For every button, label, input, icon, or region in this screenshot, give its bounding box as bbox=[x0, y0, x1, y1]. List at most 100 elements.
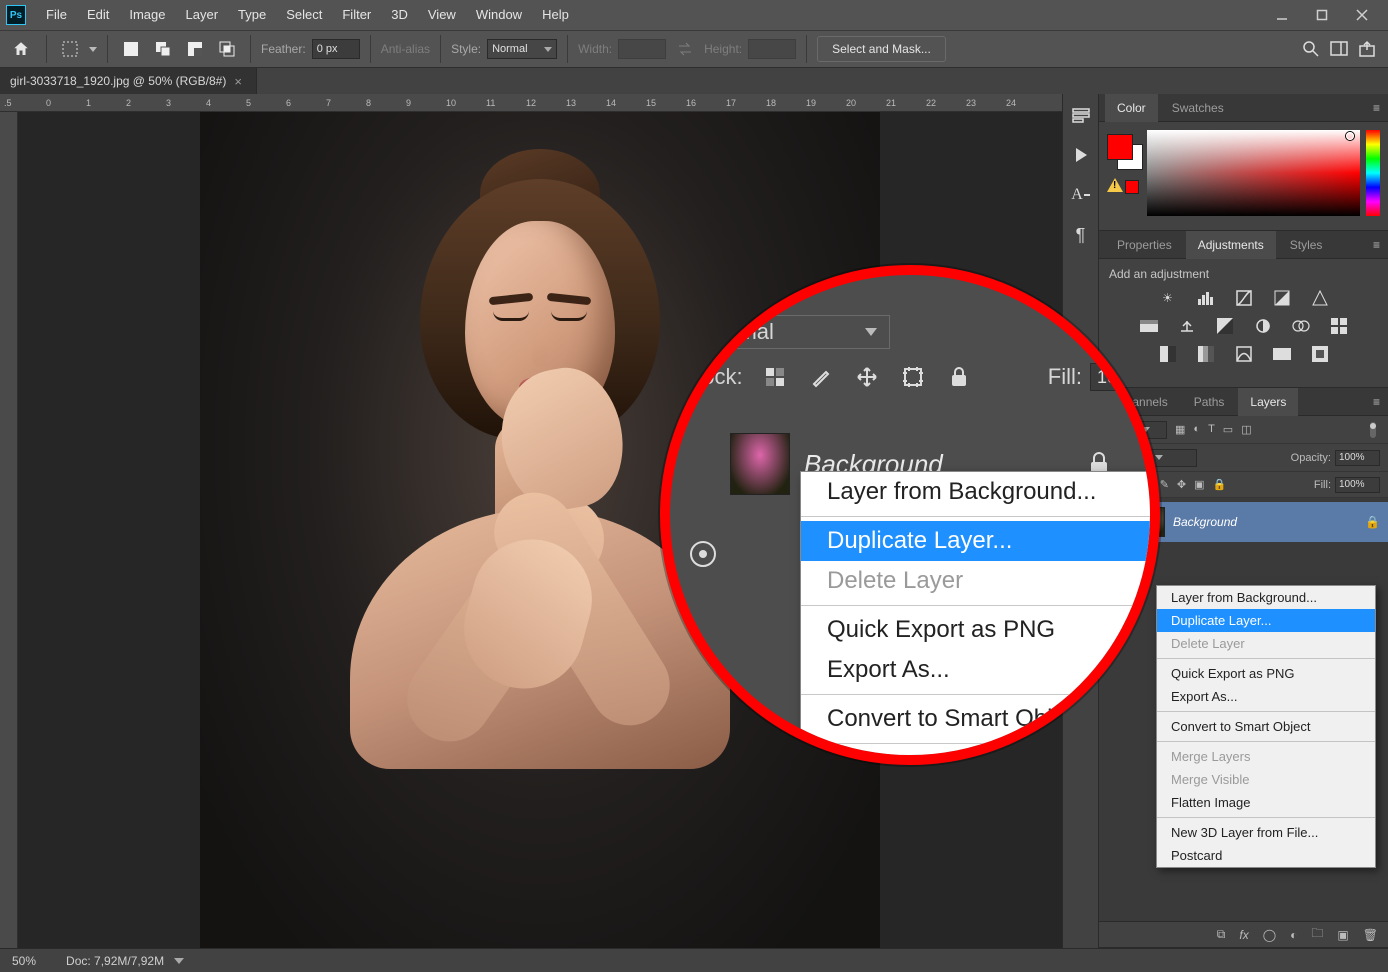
color-spectrum[interactable] bbox=[1147, 130, 1360, 216]
link-layers-icon[interactable]: ⧉ bbox=[1217, 927, 1226, 942]
menu-help[interactable]: Help bbox=[532, 0, 579, 30]
zoom-level[interactable]: 50% bbox=[12, 954, 36, 968]
color-lookup-icon[interactable] bbox=[1329, 317, 1349, 335]
zoom-visibility-icon[interactable] bbox=[690, 541, 716, 567]
zoom-lock-transparency-icon[interactable] bbox=[761, 363, 789, 391]
adjustments-panel-menu-icon[interactable]: ≡ bbox=[1365, 238, 1388, 252]
fg-bg-swatches[interactable] bbox=[1107, 128, 1141, 222]
lock-artboard-icon[interactable]: ▣ bbox=[1194, 478, 1204, 491]
color-panel-menu-icon[interactable]: ≡ bbox=[1365, 101, 1388, 115]
layers-panel-menu-icon[interactable]: ≡ bbox=[1365, 395, 1388, 409]
zctx-duplicate-layer[interactable]: Duplicate Layer... bbox=[801, 521, 1160, 561]
curves-icon[interactable] bbox=[1234, 289, 1254, 307]
threshold-icon[interactable] bbox=[1234, 345, 1254, 363]
ctx-flatten[interactable]: Flatten Image bbox=[1157, 791, 1375, 814]
menu-filter[interactable]: Filter bbox=[332, 0, 381, 30]
menu-edit[interactable]: Edit bbox=[77, 0, 119, 30]
filter-shape-icon[interactable]: ▭ bbox=[1223, 423, 1233, 436]
zoom-lock-all-icon[interactable] bbox=[945, 363, 973, 391]
photo-filter-icon[interactable] bbox=[1253, 317, 1273, 335]
window-minimize-button[interactable] bbox=[1262, 3, 1302, 27]
new-layer-icon[interactable]: ▣ bbox=[1337, 928, 1348, 942]
ctx-layer-from-bg[interactable]: Layer from Background... bbox=[1157, 586, 1375, 609]
menu-3d[interactable]: 3D bbox=[381, 0, 418, 30]
bw-icon[interactable] bbox=[1215, 317, 1235, 335]
menu-file[interactable]: File bbox=[36, 0, 77, 30]
filter-pixel-icon[interactable]: ▦ bbox=[1175, 423, 1185, 436]
zoom-lock-artboard-icon[interactable] bbox=[899, 363, 927, 391]
filter-smart-icon[interactable]: ◫ bbox=[1241, 423, 1251, 436]
ctx-quick-export-png[interactable]: Quick Export as PNG bbox=[1157, 662, 1375, 685]
workspace-switch-icon[interactable] bbox=[1330, 41, 1348, 57]
actions-panel-icon[interactable] bbox=[1070, 144, 1092, 166]
feather-input[interactable] bbox=[312, 39, 360, 59]
paragraph-panel-icon[interactable]: ¶ bbox=[1070, 224, 1092, 246]
fill-input[interactable] bbox=[1335, 477, 1380, 493]
delete-layer-icon[interactable]: 🗑 bbox=[1363, 928, 1378, 942]
window-maximize-button[interactable] bbox=[1302, 3, 1342, 27]
new-group-icon[interactable]: 🗀 bbox=[1311, 924, 1323, 945]
zoom-lock-move-icon[interactable] bbox=[853, 363, 881, 391]
ctx-postcard[interactable]: Postcard bbox=[1157, 844, 1375, 867]
filter-adjust-icon[interactable]: ◐ bbox=[1193, 423, 1200, 436]
ctx-3d-layer[interactable]: New 3D Layer from File... bbox=[1157, 821, 1375, 844]
menu-window[interactable]: Window bbox=[466, 0, 532, 30]
selective-color-icon[interactable] bbox=[1310, 345, 1330, 363]
home-button[interactable] bbox=[6, 34, 36, 64]
character-panel-icon[interactable]: A bbox=[1070, 184, 1092, 206]
invert-icon[interactable] bbox=[1158, 345, 1178, 363]
zoom-fill-input[interactable] bbox=[1090, 363, 1160, 391]
zctx-convert-smart[interactable]: Convert to Smart Object bbox=[801, 699, 1160, 739]
zctx-export-as[interactable]: Export As... bbox=[801, 650, 1160, 690]
exposure-icon[interactable] bbox=[1272, 289, 1292, 307]
zoom-blend-select[interactable]: Normal bbox=[690, 315, 890, 349]
tab-adjustments[interactable]: Adjustments bbox=[1186, 231, 1276, 259]
zctx-layer-from-bg[interactable]: Layer from Background... bbox=[801, 472, 1160, 512]
marquee-tool-icon[interactable] bbox=[57, 36, 83, 62]
select-and-mask-button[interactable]: Select and Mask... bbox=[817, 36, 946, 62]
search-icon[interactable] bbox=[1302, 40, 1320, 58]
tab-paths[interactable]: Paths bbox=[1182, 388, 1237, 416]
levels-icon[interactable] bbox=[1196, 289, 1216, 307]
posterize-icon[interactable] bbox=[1196, 345, 1216, 363]
zoom-layer-thumbnail[interactable] bbox=[730, 433, 790, 495]
menu-select[interactable]: Select bbox=[276, 0, 332, 30]
tab-properties[interactable]: Properties bbox=[1105, 231, 1184, 259]
ctx-duplicate-layer[interactable]: Duplicate Layer... bbox=[1157, 609, 1375, 632]
brightness-icon[interactable]: ☀ bbox=[1158, 289, 1178, 307]
doc-size[interactable]: Doc: 7,92M/7,92M bbox=[66, 954, 164, 968]
lock-pixels-icon[interactable]: ✎ bbox=[1160, 478, 1169, 491]
lock-position-icon[interactable]: ✥ bbox=[1177, 478, 1186, 491]
tab-layers[interactable]: Layers bbox=[1238, 388, 1298, 416]
tab-swatches[interactable]: Swatches bbox=[1160, 94, 1236, 122]
tab-styles[interactable]: Styles bbox=[1278, 231, 1335, 259]
lock-all-icon[interactable]: 🔒 bbox=[1213, 478, 1227, 491]
layer-lock-icon[interactable]: 🔒 bbox=[1365, 515, 1380, 529]
tool-dropdown-icon[interactable] bbox=[89, 45, 97, 53]
gradient-map-icon[interactable] bbox=[1272, 345, 1292, 363]
gamut-warning-icon[interactable] bbox=[1107, 178, 1123, 192]
history-panel-icon[interactable] bbox=[1070, 104, 1092, 126]
intersect-selection-icon[interactable] bbox=[214, 36, 240, 62]
opacity-input[interactable] bbox=[1335, 450, 1380, 466]
layer-fx-icon[interactable]: fx bbox=[1239, 928, 1248, 942]
menu-layer[interactable]: Layer bbox=[176, 0, 229, 30]
gamut-swatch[interactable] bbox=[1125, 180, 1139, 194]
window-close-button[interactable] bbox=[1342, 3, 1382, 27]
document-tab[interactable]: girl-3033718_1920.jpg @ 50% (RGB/8#) × bbox=[0, 68, 257, 94]
tab-color[interactable]: Color bbox=[1105, 94, 1158, 122]
layer-mask-icon[interactable]: ◯ bbox=[1263, 928, 1276, 942]
status-menu-icon[interactable] bbox=[174, 958, 184, 964]
ctx-export-as[interactable]: Export As... bbox=[1157, 685, 1375, 708]
foreground-swatch[interactable] bbox=[1107, 134, 1133, 160]
color-balance-icon[interactable] bbox=[1177, 317, 1197, 335]
style-select[interactable]: Normal bbox=[487, 39, 557, 59]
hue-strip[interactable] bbox=[1366, 130, 1380, 216]
filter-toggle[interactable] bbox=[1366, 421, 1380, 439]
channel-mixer-icon[interactable] bbox=[1291, 317, 1311, 335]
new-adjustment-icon[interactable]: ◐ bbox=[1290, 928, 1297, 942]
menu-view[interactable]: View bbox=[418, 0, 466, 30]
close-tab-icon[interactable]: × bbox=[234, 74, 242, 89]
share-icon[interactable] bbox=[1358, 40, 1376, 58]
filter-type-icon[interactable]: T bbox=[1208, 423, 1215, 436]
